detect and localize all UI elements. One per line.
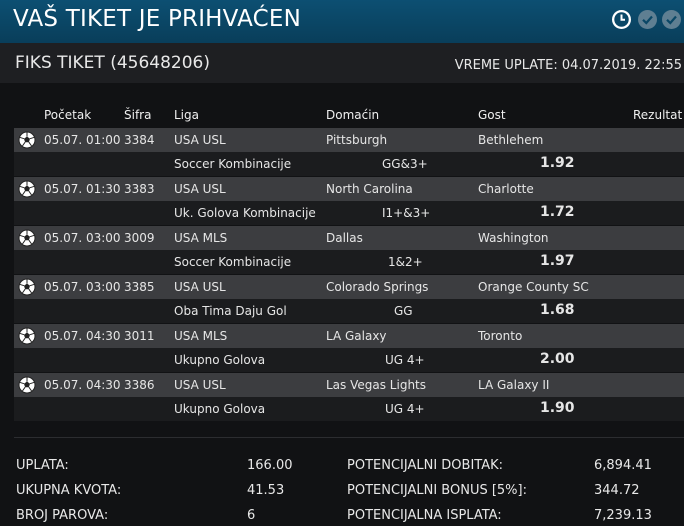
stake-label: UPLATA: [16, 458, 69, 473]
match-league: USA USL [174, 378, 226, 392]
bet-type: Oba Tima Daju Gol [174, 304, 287, 318]
match-league: USA MLS [174, 231, 228, 245]
bet-odd: 1.90 [540, 400, 575, 416]
bet-pick: I1+&3+ [382, 206, 431, 220]
match-code: 3386 [124, 378, 155, 392]
title-bar: VAŠ TIKET JE PRIHVAĆEN [0, 0, 684, 43]
table-row[interactable]: 05.07. 04:30 3011 USA MLS LA Galaxy Toro… [14, 324, 684, 348]
bet-odd: 1.97 [540, 253, 575, 269]
bet-row: Soccer Kombinacije 1&2+ 1.97 [14, 250, 684, 274]
match-league: USA USL [174, 280, 226, 294]
table-row[interactable]: 05.07. 03:00 3009 USA MLS Dallas Washing… [14, 226, 684, 250]
bet-odd: 1.68 [540, 302, 575, 318]
bet-pick: GG&3+ [382, 157, 428, 171]
match-date: 05.07. 03:00 [44, 280, 121, 294]
potential-payout-value: 7,239.13 [594, 508, 652, 523]
potential-bonus-value: 344.72 [594, 483, 640, 498]
away-team: Charlotte [478, 182, 534, 196]
bet-row: Soccer Kombinacije GG&3+ 1.92 [14, 152, 684, 176]
bet-row: Oba Tima Daju Gol GG 1.68 [14, 299, 684, 323]
soccer-ball-icon [18, 229, 36, 247]
col-code: Šifra [124, 108, 152, 122]
pairs-label: BROJ PAROVA: [16, 508, 109, 523]
home-team: Colorado Springs [326, 280, 429, 294]
col-start: Početak [44, 108, 92, 122]
match-date: 05.07. 04:30 [44, 378, 121, 392]
bet-odd: 1.92 [540, 155, 575, 171]
table-row[interactable]: 05.07. 01:30 3383 USA USL North Carolina… [14, 177, 684, 201]
col-result: Rezultat [633, 108, 683, 122]
table-row[interactable]: 05.07. 03:00 3385 USA USL Colorado Sprin… [14, 275, 684, 299]
match-date: 05.07. 01:00 [44, 133, 121, 147]
soccer-ball-icon [18, 180, 36, 198]
table-row[interactable]: 05.07. 04:30 3386 USA USL Las Vegas Ligh… [14, 373, 684, 397]
total-odds-label: UKUPNA KVOTA: [16, 483, 122, 498]
stake-value: 166.00 [247, 458, 293, 473]
bet-odd: 2.00 [540, 351, 575, 367]
check-circle-icon[interactable] [661, 9, 682, 30]
soccer-ball-icon [18, 327, 36, 345]
bet-type: Soccer Kombinacije [174, 255, 292, 269]
match-code: 3384 [124, 133, 155, 147]
match-date: 05.07. 04:30 [44, 329, 121, 343]
away-team: Bethlehem [478, 133, 544, 147]
check-circle-icon[interactable] [637, 9, 658, 30]
ticket-header: FIKS TIKET (45648206) VREME UPLATE: 04.0… [0, 43, 684, 83]
home-team: LA Galaxy [326, 329, 387, 343]
col-away: Gost [478, 108, 506, 122]
match-league: USA USL [174, 133, 226, 147]
bet-pick: UG 4+ [385, 353, 425, 367]
bet-row: Ukupno Golova UG 4+ 1.90 [14, 397, 684, 421]
col-home: Domaćin [326, 108, 380, 122]
bet-row: Ukupno Golova UG 4+ 2.00 [14, 348, 684, 372]
soccer-ball-icon [18, 376, 36, 394]
match-code: 3383 [124, 182, 155, 196]
bet-pick: UG 4+ [385, 402, 425, 416]
match-league: USA USL [174, 182, 226, 196]
home-team: North Carolina [326, 182, 413, 196]
potential-win-label: POTENCIJALNI DOBITAK: [347, 458, 504, 473]
home-team: Dallas [326, 231, 363, 245]
bet-pick: GG [394, 304, 413, 318]
away-team: Toronto [478, 329, 523, 343]
soccer-ball-icon [18, 278, 36, 296]
match-date: 05.07. 01:30 [44, 182, 121, 196]
bet-pick: 1&2+ [388, 255, 423, 269]
match-date: 05.07. 03:00 [44, 231, 121, 245]
col-league: Liga [174, 108, 199, 122]
bet-row: Uk. Golova Kombinacije I1+&3+ 1.72 [14, 201, 684, 225]
home-team: Pittsburgh [326, 133, 388, 147]
away-team: Washington [478, 231, 549, 245]
bet-type: Ukupno Golova [174, 402, 266, 416]
divider [14, 437, 684, 438]
total-odds-value: 41.53 [247, 483, 285, 498]
potential-payout-label: POTENCIJALNA ISPLATA: [347, 508, 502, 523]
match-code: 3009 [124, 231, 155, 245]
away-team: Orange County SC [478, 280, 589, 294]
page-title: VAŠ TIKET JE PRIHVAĆEN [13, 6, 302, 32]
match-code: 3011 [124, 329, 155, 343]
table-row[interactable]: 05.07. 01:00 3384 USA USL Pittsburgh Bet… [14, 128, 684, 152]
clock-icon[interactable] [611, 9, 632, 30]
bet-type: Uk. Golova Kombinacije [174, 206, 316, 220]
pairs-value: 6 [247, 508, 256, 523]
payment-time: VREME UPLATE: 04.07.2019. 22:55 [454, 58, 682, 73]
home-team: Las Vegas Lights [326, 378, 427, 392]
bet-type: Ukupno Golova [174, 353, 266, 367]
potential-bonus-label: POTENCIJALNI BONUS [5%]: [347, 483, 527, 498]
potential-win-value: 6,894.41 [594, 458, 652, 473]
away-team: LA Galaxy II [478, 378, 550, 392]
soccer-ball-icon [18, 131, 36, 149]
ticket-label: FIKS TIKET (45648206) [15, 53, 211, 73]
match-league: USA MLS [174, 329, 228, 343]
bet-odd: 1.72 [540, 204, 575, 220]
bet-type: Soccer Kombinacije [174, 157, 292, 171]
match-code: 3385 [124, 280, 155, 294]
